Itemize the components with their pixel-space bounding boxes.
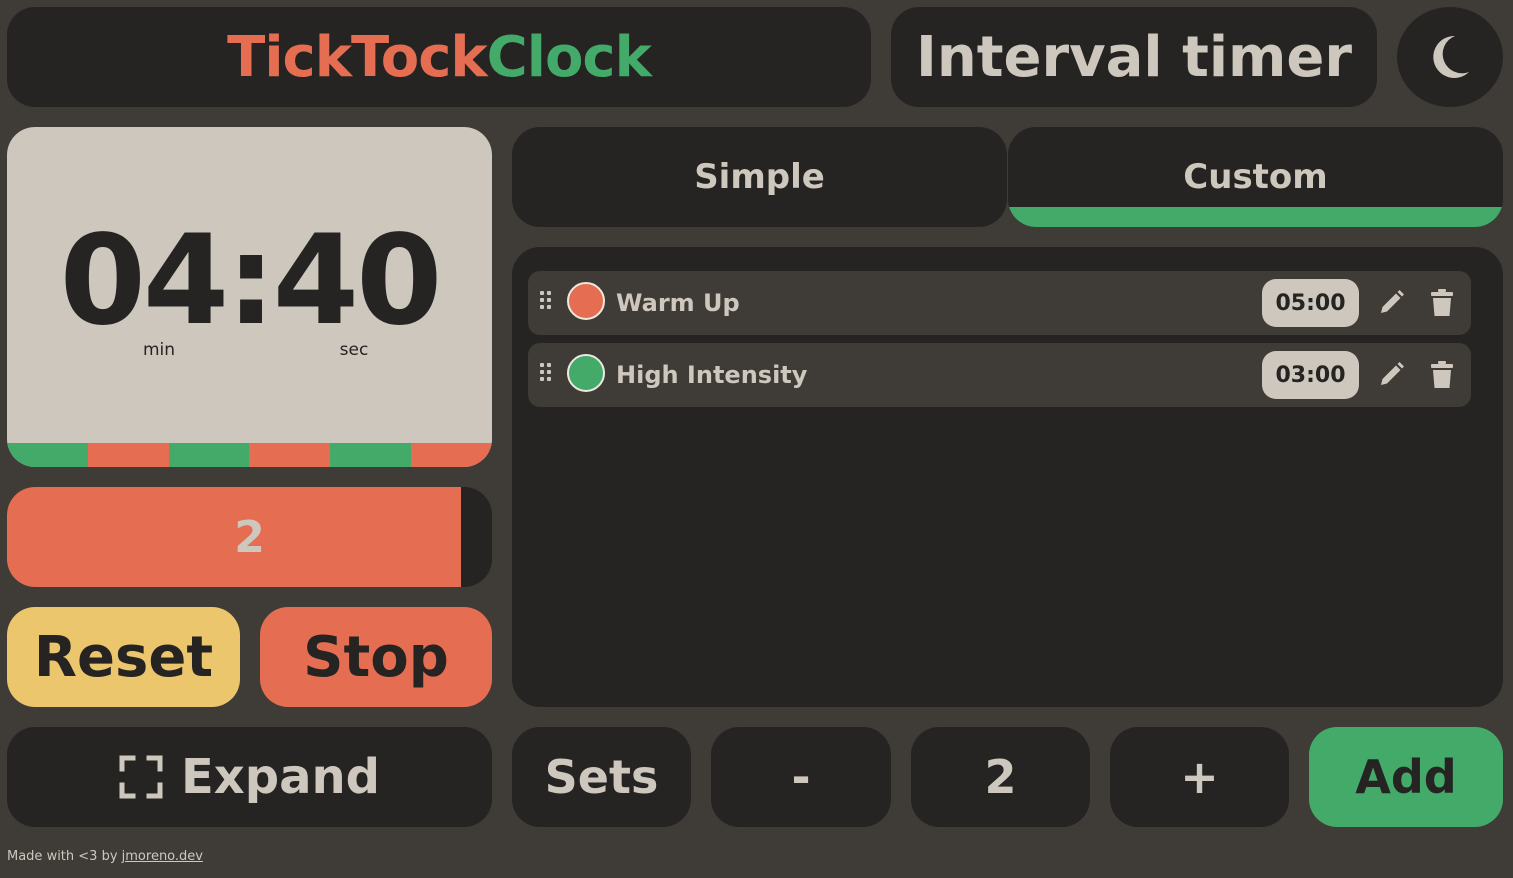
expand-button[interactable]: Expand bbox=[7, 727, 492, 827]
interval-color-dot[interactable] bbox=[567, 282, 605, 320]
interval-row: High Intensity 03:00 bbox=[528, 343, 1471, 407]
interval-row: Warm Up 05:00 bbox=[528, 271, 1471, 335]
interval-name: Warm Up bbox=[616, 289, 740, 317]
pencil-icon[interactable] bbox=[1377, 289, 1405, 317]
moon-icon bbox=[1433, 35, 1469, 78]
reset-button[interactable]: Reset bbox=[7, 607, 240, 707]
sets-label: Sets bbox=[512, 727, 691, 827]
set-count: 2 bbox=[234, 511, 265, 563]
theme-toggle-button[interactable] bbox=[1397, 7, 1503, 107]
interval-segments bbox=[7, 443, 492, 467]
trash-icon[interactable] bbox=[1430, 361, 1454, 389]
logo-tick: Tick bbox=[227, 24, 352, 90]
interval-segment bbox=[249, 443, 331, 467]
logo-clock: Clock bbox=[486, 24, 652, 90]
increment-sets-button[interactable]: + bbox=[1110, 727, 1289, 827]
interval-segment bbox=[87, 443, 169, 467]
add-interval-button[interactable]: Add bbox=[1309, 727, 1503, 827]
interval-time[interactable]: 05:00 bbox=[1262, 279, 1359, 327]
tab-simple-label: Simple bbox=[694, 157, 825, 197]
mode-title: Interval timer bbox=[891, 7, 1377, 107]
interval-segment bbox=[330, 443, 412, 467]
footer: Made with <3 by jmoreno.dev bbox=[7, 849, 203, 864]
footer-text: Made with <3 by bbox=[7, 849, 122, 864]
expand-label: Expand bbox=[180, 749, 381, 805]
tab-custom-label: Custom bbox=[1183, 157, 1328, 197]
interval-time[interactable]: 03:00 bbox=[1262, 351, 1359, 399]
min-label: min bbox=[142, 340, 176, 360]
interval-color-dot[interactable] bbox=[567, 354, 605, 392]
interval-segment bbox=[168, 443, 250, 467]
time-readout: 04:40 bbox=[59, 209, 443, 353]
sets-value: 2 bbox=[911, 727, 1090, 827]
interval-name: High Intensity bbox=[616, 361, 808, 389]
footer-link[interactable]: jmoreno.dev bbox=[122, 849, 203, 864]
interval-segment bbox=[411, 443, 492, 467]
active-tab-indicator bbox=[1008, 207, 1503, 227]
drag-handle-icon[interactable] bbox=[540, 291, 556, 315]
tab-simple[interactable]: Simple bbox=[512, 127, 1007, 227]
drag-handle-icon[interactable] bbox=[540, 363, 556, 387]
pencil-icon[interactable] bbox=[1377, 361, 1405, 389]
stop-button[interactable]: Stop bbox=[260, 607, 492, 707]
timer-display: 04:40 min sec bbox=[7, 127, 492, 467]
logo-tock: Tock bbox=[350, 24, 488, 90]
logo-box: TickTockClock bbox=[7, 7, 871, 107]
interval-list: Warm Up 05:00 High Intensity 03:00 bbox=[512, 247, 1503, 707]
tab-custom[interactable]: Custom bbox=[1008, 127, 1503, 227]
sec-label: sec bbox=[339, 340, 369, 360]
expand-icon bbox=[119, 755, 163, 799]
decrement-sets-button[interactable]: - bbox=[711, 727, 891, 827]
set-progress-bar: 2 bbox=[7, 487, 492, 587]
interval-segment bbox=[7, 443, 88, 467]
trash-icon[interactable] bbox=[1430, 289, 1454, 317]
app-logo: TickTockClock bbox=[227, 24, 652, 90]
